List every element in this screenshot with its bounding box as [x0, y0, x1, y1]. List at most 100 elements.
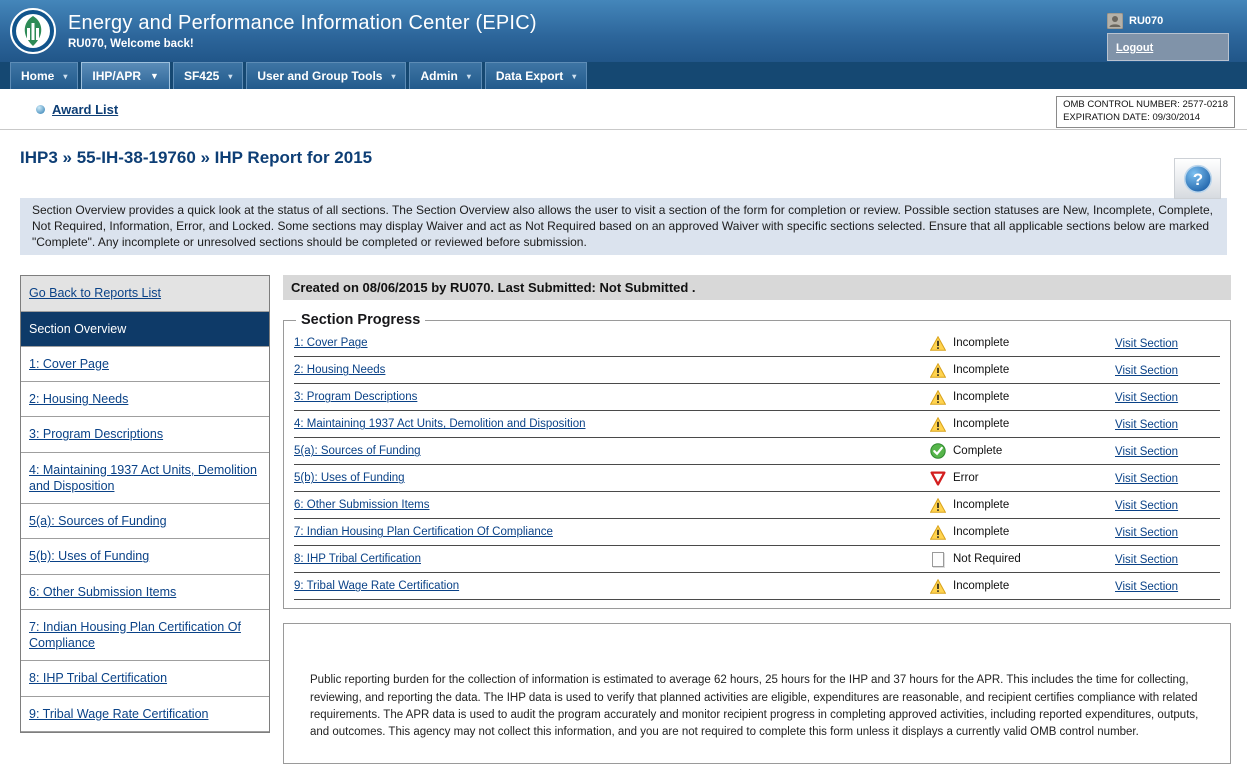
sidebar-link[interactable]: 2: Housing Needs: [29, 392, 128, 406]
section-link[interactable]: 7: Indian Housing Plan Certification Of …: [294, 526, 553, 538]
section-overview-note: Section Overview provides a quick look a…: [20, 198, 1227, 255]
epic-logo-icon: [10, 8, 56, 54]
visit-section-link[interactable]: Visit Section: [1115, 365, 1178, 377]
welcome-text: RU070, Welcome back!: [68, 38, 1107, 50]
sidebar-item-ihp-certification-of-compliance[interactable]: 7: Indian Housing Plan Certification Of …: [21, 610, 269, 662]
section-link[interactable]: 5(a): Sources of Funding: [294, 445, 421, 457]
app-header: Energy and Performance Information Cente…: [0, 0, 1247, 62]
logout-box: Logout: [1107, 33, 1229, 61]
sidebar-item-maintaining-1937-act-units[interactable]: 4: Maintaining 1937 Act Units, Demolitio…: [21, 453, 269, 505]
nav-tab-label: Data Export: [496, 69, 563, 83]
visit-section-link[interactable]: Visit Section: [1115, 446, 1178, 458]
nav-tab-data-export[interactable]: Data Export ▾: [485, 62, 587, 89]
section-progress-row: 7: Indian Housing Plan Certification Of …: [294, 519, 1220, 546]
chevron-down-icon: ▾: [467, 72, 471, 81]
sidebar-link[interactable]: 5(b): Uses of Funding: [29, 549, 149, 563]
chevron-down-icon: ▾: [391, 72, 395, 81]
section-progress-row: 8: IHP Tribal Certification Not Required…: [294, 546, 1220, 573]
section-progress-row: 3: Program Descriptions Incomplete Visit…: [294, 384, 1220, 411]
award-list-link[interactable]: Award List: [52, 102, 118, 117]
sidebar-item-tribal-wage-rate-certification[interactable]: 9: Tribal Wage Rate Certification: [21, 697, 269, 732]
warning-icon: [930, 335, 946, 351]
section-progress-row: 6: Other Submission Items Incomplete Vis…: [294, 492, 1220, 519]
sidebar-item-other-submission-items[interactable]: 6: Other Submission Items: [21, 575, 269, 610]
not-required-icon: [930, 551, 946, 567]
sidebar-item-cover-page[interactable]: 1: Cover Page: [21, 347, 269, 382]
sub-nav: Award List OMB CONTROL NUMBER: 2577-0218…: [0, 89, 1247, 130]
section-sidebar: Go Back to Reports List Section Overview…: [20, 275, 270, 733]
section-progress-row: 5(a): Sources of Funding Complete Visit …: [294, 438, 1220, 465]
sidebar-item-section-overview[interactable]: Section Overview: [21, 312, 269, 347]
warning-icon: [930, 578, 946, 594]
logout-link[interactable]: Logout: [1116, 42, 1153, 54]
section-progress-fieldset: Section Progress 1: Cover Page Incomplet…: [283, 312, 1231, 609]
warning-icon: [930, 362, 946, 378]
status-label: Incomplete: [953, 391, 1009, 403]
sidebar-item-ihp-tribal-certification[interactable]: 8: IHP Tribal Certification: [21, 661, 269, 696]
status-label: Incomplete: [953, 580, 1009, 592]
bullet-icon: [36, 105, 45, 114]
nav-tab-ihp-apr[interactable]: IHP/APR ▼: [81, 62, 170, 89]
sidebar-link[interactable]: 1: Cover Page: [29, 357, 109, 371]
chevron-down-icon: ▾: [572, 72, 576, 81]
nav-tab-label: User and Group Tools: [257, 69, 382, 83]
sidebar-link[interactable]: 5(a): Sources of Funding: [29, 514, 167, 528]
warning-icon: [930, 389, 946, 405]
section-link[interactable]: 8: IHP Tribal Certification: [294, 553, 421, 565]
burden-statement: Public reporting burden for the collecti…: [283, 623, 1231, 764]
section-progress-row: 5(b): Uses of Funding Error Visit Sectio…: [294, 465, 1220, 492]
status-label: Incomplete: [953, 364, 1009, 376]
sidebar-item-housing-needs[interactable]: 2: Housing Needs: [21, 382, 269, 417]
section-link[interactable]: 9: Tribal Wage Rate Certification: [294, 580, 459, 592]
section-link[interactable]: 2: Housing Needs: [294, 364, 385, 376]
section-link[interactable]: 6: Other Submission Items: [294, 499, 430, 511]
nav-tab-admin[interactable]: Admin ▾: [409, 62, 481, 89]
sidebar-link[interactable]: 6: Other Submission Items: [29, 585, 176, 599]
help-button[interactable]: ?: [1174, 158, 1221, 199]
warning-icon: [930, 497, 946, 513]
section-link[interactable]: 3: Program Descriptions: [294, 391, 417, 403]
main-panel: Created on 08/06/2015 by RU070. Last Sub…: [283, 275, 1231, 764]
section-link[interactable]: 4: Maintaining 1937 Act Units, Demolitio…: [294, 418, 586, 430]
status-label: Error: [953, 472, 979, 484]
nav-tab-user-group-tools[interactable]: User and Group Tools ▾: [246, 62, 406, 89]
visit-section-link[interactable]: Visit Section: [1115, 527, 1178, 539]
visit-section-link[interactable]: Visit Section: [1115, 554, 1178, 566]
sidebar-item-go-back[interactable]: Go Back to Reports List: [21, 276, 269, 311]
section-link[interactable]: 5(b): Uses of Funding: [294, 472, 405, 484]
sidebar-item-sources-of-funding[interactable]: 5(a): Sources of Funding: [21, 504, 269, 539]
visit-section-link[interactable]: Visit Section: [1115, 419, 1178, 431]
section-progress-row: 1: Cover Page Incomplete Visit Section: [294, 330, 1220, 357]
sidebar-link[interactable]: 9: Tribal Wage Rate Certification: [29, 707, 208, 721]
sidebar-link[interactable]: 3: Program Descriptions: [29, 427, 163, 441]
sidebar-link[interactable]: 8: IHP Tribal Certification: [29, 671, 167, 685]
visit-section-link[interactable]: Visit Section: [1115, 473, 1178, 485]
sidebar-link[interactable]: 7: Indian Housing Plan Certification Of …: [29, 620, 241, 650]
visit-section-link[interactable]: Visit Section: [1115, 392, 1178, 404]
nav-tab-home[interactable]: Home ▾: [10, 62, 78, 89]
visit-section-link[interactable]: Visit Section: [1115, 500, 1178, 512]
chevron-down-icon: ▾: [228, 72, 232, 81]
status-label: Incomplete: [953, 418, 1009, 430]
complete-icon: [930, 443, 946, 459]
nav-tab-label: Home: [21, 69, 54, 83]
nav-tab-sf425[interactable]: SF425 ▾: [173, 62, 243, 89]
status-label: Complete: [953, 445, 1002, 457]
warning-icon: [930, 416, 946, 432]
status-label: Incomplete: [953, 337, 1009, 349]
nav-tab-label: SF425: [184, 69, 219, 83]
sidebar-item-program-descriptions[interactable]: 3: Program Descriptions: [21, 417, 269, 452]
visit-section-link[interactable]: Visit Section: [1115, 338, 1178, 350]
section-link[interactable]: 1: Cover Page: [294, 337, 368, 349]
chevron-down-icon: ▾: [63, 72, 67, 81]
visit-section-link[interactable]: Visit Section: [1115, 581, 1178, 593]
sidebar-item-uses-of-funding[interactable]: 5(b): Uses of Funding: [21, 539, 269, 574]
created-line: Created on 08/06/2015 by RU070. Last Sub…: [283, 275, 1231, 300]
sidebar-link[interactable]: 4: Maintaining 1937 Act Units, Demolitio…: [29, 463, 257, 493]
omb-control-number: OMB CONTROL NUMBER: 2577-0218: [1063, 99, 1228, 112]
nav-tab-label: Admin: [420, 69, 457, 83]
go-back-link[interactable]: Go Back to Reports List: [29, 286, 161, 300]
status-label: Incomplete: [953, 526, 1009, 538]
warning-icon: [930, 524, 946, 540]
main-nav: Home ▾ IHP/APR ▼ SF425 ▾ User and Group …: [0, 62, 1247, 89]
